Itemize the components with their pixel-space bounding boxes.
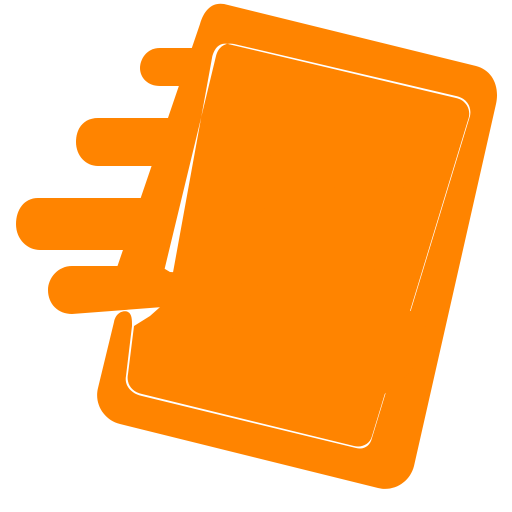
app-icon-canvas [0,0,512,512]
tap-phone-icon [16,3,498,489]
